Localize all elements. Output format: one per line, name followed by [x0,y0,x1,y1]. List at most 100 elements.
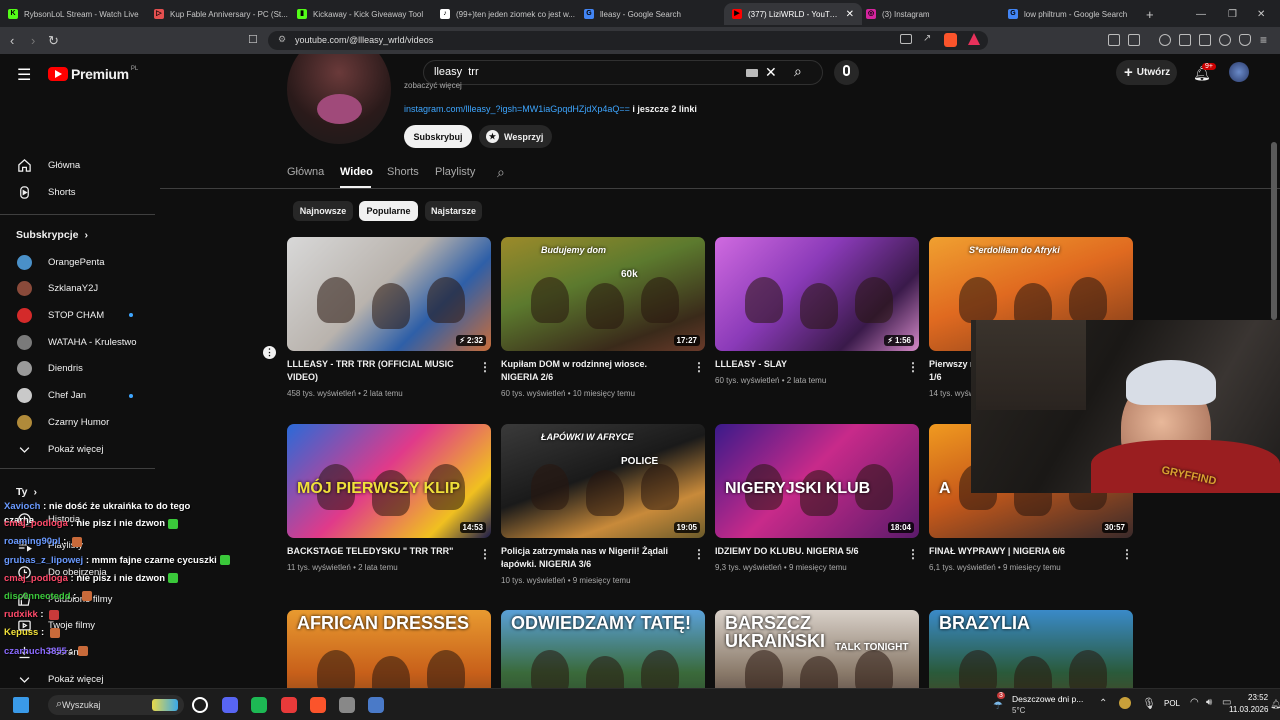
sidebar-item-home[interactable]: Główna [0,152,155,178]
browser-tab[interactable]: K RybsonLoL Stream - Watch Live [8,3,148,25]
browser-tab[interactable]: ▮ Kickaway - Kick Giveaway Tool [297,3,433,25]
steam-icon[interactable] [368,697,384,713]
wallet-icon[interactable] [1199,34,1211,46]
video-thumbnail[interactable]: NIGERYJSKI KLUB 18:04 [715,424,919,538]
install-app-icon[interactable] [900,34,912,44]
sidebar-item-subscription[interactable]: Diendris [0,356,155,382]
browser-tab[interactable]: Glleasy - Google Search [584,3,716,25]
taskbar-search[interactable]: ⌕ Wyszukaj [48,695,184,715]
minimize-window-icon[interactable]: — [1196,3,1206,25]
channel-avatar[interactable] [287,54,391,144]
video-title[interactable]: Policja zatrzymała nas w Nigerii! Żądali… [501,545,686,571]
page-scrollbar-thumb[interactable] [1271,142,1277,320]
weather-title[interactable]: Deszczowe dni p... [1012,694,1083,704]
brave-shields-icon[interactable] [944,33,957,47]
channel-tab[interactable]: Główna [287,166,324,178]
sidebar-item-subscription[interactable]: SzklanaY2J [0,276,155,302]
share-icon[interactable]: ↗ [923,33,931,44]
close-window-icon[interactable]: ✕ [1257,3,1265,25]
video-title[interactable]: FINAŁ WYPRAWY | NIGERIA 6/6 [929,545,1114,558]
screenshot-icon[interactable] [1128,34,1140,46]
channel-search-icon[interactable]: ⌕ [497,164,505,181]
brave-rewards-icon[interactable] [968,33,980,45]
channel-about-line[interactable]: zobaczyć więcej [404,81,462,90]
forward-icon[interactable]: › [31,33,35,48]
chat-username[interactable]: czarnuch3855 [4,646,67,657]
back-icon[interactable]: ‹ [10,33,14,48]
chat-username[interactable]: cmaj_podloga [4,518,68,529]
sidebar-icon[interactable] [1179,34,1191,46]
support-button[interactable]: ★ Wesprzyj [479,125,552,148]
chat-username[interactable]: cmaj_podloga [4,573,68,584]
video-thumbnail[interactable]: BARSZCZ UKRAIŃSKI TALK TONIGHT [715,610,919,688]
you-header[interactable]: Ty › [16,486,37,498]
account-avatar[interactable] [1229,62,1249,82]
chat-username[interactable]: Xavioch [4,501,40,512]
keyboard-icon[interactable] [746,69,758,77]
video-more-actions-icon[interactable]: ⋮ [479,361,491,373]
video-more-actions-icon[interactable]: ⋮ [907,548,919,560]
weather-icon[interactable]: ☂ [993,699,1003,712]
tray-expand-icon[interactable]: ⌃ [1099,698,1107,709]
video-more-actions-icon[interactable]: ⋮ [1121,548,1133,560]
notification-center-icon[interactable]: 🔔︎ [1270,699,1280,710]
sidebar-item-subscription[interactable]: OrangePenta [0,249,155,275]
subscriptions-header[interactable]: Subskrypcje › [16,229,88,241]
media-icon[interactable] [1159,34,1171,46]
video-thumbnail[interactable]: ⚡︎ 2:32 [287,237,491,351]
create-button[interactable]: + Utwórz [1116,60,1177,85]
clock-date[interactable]: 11.03.2026 [1229,705,1268,714]
microphone-tray-icon[interactable]: 🎙︎ [1142,697,1156,710]
channel-tab[interactable]: Shorts [387,166,419,178]
sidebar-item-shorts[interactable]: Shorts [0,179,155,205]
search-icon[interactable]: ⌕ [794,63,802,80]
threads-icon[interactable] [192,697,208,713]
hamburger-menu-icon[interactable]: ☰ [17,65,31,85]
channel-tab[interactable]: Wideo [340,166,373,178]
video-title[interactable]: BACKSTAGE TELEDYSKU " TRR TRR" [287,545,472,558]
video-title[interactable]: IDZIEMY DO KLUBU. NIGERIA 5/6 [715,545,900,558]
video-title[interactable]: Kupiłam DOM w rodzinnej wiosce. NIGERIA … [501,358,686,384]
youtube-logo[interactable]: Premium PL [48,66,138,82]
channel-tab[interactable]: Playlisty [435,166,475,178]
video-title[interactable]: LLLEASY - SLAY [715,358,900,371]
video-thumbnail[interactable]: ODWIEDZAMY TATĘ! [501,610,705,688]
sort-chip[interactable]: Najnowsze [293,201,353,221]
chat-username[interactable]: roaming90pl [4,536,61,547]
browser-tab[interactable]: ♪ (99+)ten jeden ziomek co jest w... [440,3,576,25]
discord-icon[interactable] [222,697,238,713]
reload-icon[interactable]: ↻ [48,33,59,49]
search-input[interactable] [434,66,734,78]
chat-username[interactable]: disc0nnectedd [4,591,71,602]
vpn-icon[interactable] [1239,34,1251,46]
address-bar[interactable]: ⚙ youtube.com/@llleasy_wrld/videos ↗ [268,31,988,50]
sidebar-item-subscription[interactable]: Chef Jan [0,383,155,409]
browser-tab[interactable]: ◎ (3) Instagram [866,3,1002,25]
video-more-actions-icon[interactable]: ⋮ [693,361,705,373]
search-box[interactable]: ✕ ⌕ [423,60,823,85]
tray-app-icon[interactable] [1119,697,1131,709]
menu-icon[interactable]: ≡ [1260,33,1267,47]
video-thumbnail[interactable]: Budujemy dom 60k 17:27 [501,237,705,351]
video-more-actions-icon[interactable]: ⋮ [693,548,705,560]
bookmark-icon[interactable]: ☐ [248,33,258,46]
more-options-icon[interactable]: ⋮ [263,346,276,359]
browser-tab[interactable]: Glow philtrum - Google Search [1008,3,1144,25]
video-thumbnail[interactable]: ŁAPÓWKI W AFRYCE POLICE 19:05 [501,424,705,538]
video-thumbnail[interactable]: MÓJ PIERWSZY KLIP 14:53 [287,424,491,538]
more-links[interactable]: i jeszcze 2 linki [630,104,697,114]
voice-search-button[interactable] [834,60,859,85]
brave-icon[interactable] [310,697,326,713]
wifi-icon[interactable]: ◠ [1190,697,1199,708]
sidebar-item-subscription[interactable]: STOP CHAM [0,302,155,328]
chat-username[interactable]: rudxikk [4,609,38,620]
leo-ai-icon[interactable] [1219,34,1231,46]
new-tab-button[interactable]: + [1146,3,1154,25]
video-more-actions-icon[interactable]: ⋮ [479,548,491,560]
language-indicator[interactable]: POL [1164,699,1180,708]
browser-tab[interactable]: ▷ Kup Fable Anniversary - PC (St... [154,3,290,25]
site-info-icon[interactable]: ⚙ [278,34,286,45]
sort-chip[interactable]: Najstarsze [425,201,482,221]
sidebar-item-subscription[interactable]: Czarny Humor [0,409,155,435]
clock-time[interactable]: 23:52 [1248,693,1268,702]
